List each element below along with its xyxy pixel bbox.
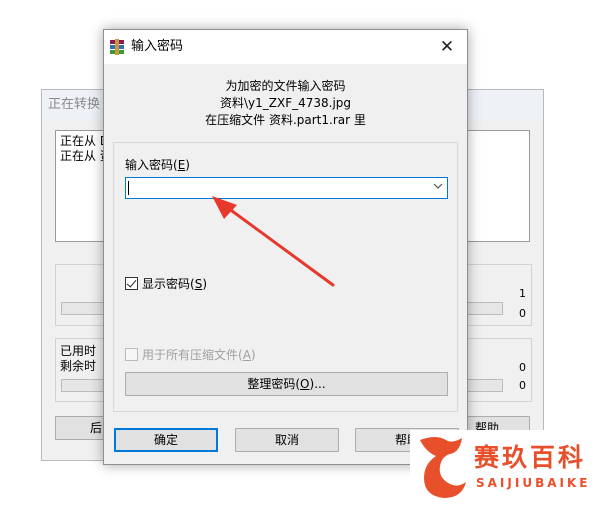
watermark: 赛玖百科 SAIJIUBAIKE <box>410 430 600 509</box>
watermark-name-cn: 赛玖百科 <box>474 443 587 472</box>
watermark-name-en: SAIJIUBAIKE <box>476 476 591 490</box>
brand-logo-icon <box>420 437 466 498</box>
